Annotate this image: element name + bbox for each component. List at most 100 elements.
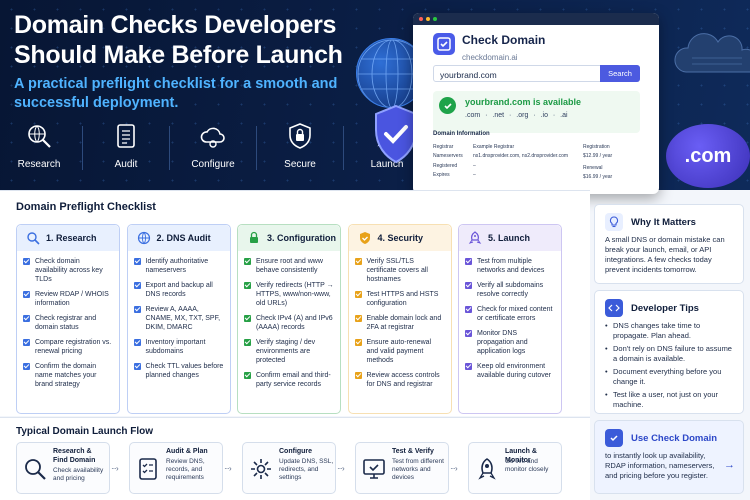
checkbox-icon[interactable] [465,306,472,313]
checklist-item-text: Check registrar and domain status [35,315,97,331]
checklist-item[interactable]: Keep old environment available during cu… [465,362,555,380]
lightbulb-icon [605,213,623,231]
checkbox-icon[interactable] [23,258,30,265]
checklist-item[interactable]: Review RDAP / WHOIS information [23,290,113,308]
checkbox-icon[interactable] [465,282,472,289]
checkbox-icon[interactable] [133,282,141,289]
checklist-item-text: Export and backup all DNS records [145,282,213,298]
flow-step: Test & Verify Test from different network… [355,442,449,494]
hero-item-label: Research [17,159,61,170]
checklist-item[interactable]: Review access controls for DNS and regis… [354,371,445,389]
info-value: – [473,163,476,169]
cloud-gear-icon [200,127,225,148]
magnifier-icon [27,232,40,245]
checkbox-icon[interactable] [354,315,362,322]
com-badge: .com [666,124,750,188]
checklist-column: 5. Launch Test from multiple networks and… [458,224,562,414]
checklist-item[interactable]: Verify redirects (HTTP → HTTPS, www/non-… [244,281,334,308]
maximize-dot-icon [433,17,437,21]
checkbox-icon[interactable] [133,339,141,346]
checklist-item[interactable]: Export and backup all DNS records [133,281,224,299]
checkbox-icon[interactable] [244,339,251,346]
minimize-dot-icon [426,17,430,21]
checkbox-icon[interactable] [23,363,30,370]
tip-item: Don't rely on DNS failure to assume a do… [605,344,733,364]
checklist-item[interactable]: Confirm the domain name matches your bra… [23,362,113,389]
globe-icon [137,231,150,245]
checkbox-icon[interactable] [244,258,251,265]
checkbox-icon[interactable] [354,339,362,346]
checkbox-icon[interactable] [23,315,30,322]
flow-step: Launch & Monitor Go live and monitor clos… [468,442,562,494]
checklist-item-text: Verify staging / dev environments are pr… [256,339,316,364]
checkbox-icon[interactable] [354,372,362,379]
checklist-item[interactable]: Verify staging / dev environments are pr… [244,338,334,365]
checklist-item[interactable]: Verify all subdomains resolve correctly [465,281,555,299]
renewal-price: $16.99 / year [583,174,613,180]
checklist-item[interactable]: Enable domain lock and 2FA at registrar [354,314,445,332]
checklist-item-text: Confirm email and third-party service re… [256,372,331,388]
availability-result: yourbrand.com is available .com · .net ·… [433,91,640,133]
checklist-item[interactable]: Check domain availability across key TLD… [23,257,113,284]
browser-titlebar [413,13,659,25]
checklist-item[interactable]: Confirm email and third-party service re… [244,371,334,389]
checkbox-icon[interactable] [354,291,362,298]
checklist-item-text: Keep old environment available during cu… [477,363,551,379]
info-key: Registered [433,163,458,169]
checklist-item[interactable]: Identify authoritative nameservers [133,257,224,275]
flow-step: Configure Update DNS, SSL, redirects, and… [242,442,336,494]
checklist-item[interactable]: Check for mixed content or certificate e… [465,305,555,323]
checklist-item[interactable]: Test HTTPS and HSTS configuration [354,290,445,308]
checkbox-icon[interactable] [244,315,251,322]
code-icon [605,299,623,317]
checkbox-icon[interactable] [23,339,30,346]
checklist-item[interactable]: Check IPv4 (A) and IPv6 (AAAA) records [244,314,334,332]
column-header: 2. DNS Audit [127,225,230,251]
checklist-item[interactable]: Ensure root and www behave consistently [244,257,334,275]
gear-icon [251,459,271,479]
checklist-item-text: Enable domain lock and 2FA at registrar [366,315,442,331]
checklist-column: 4. Security Verify SSL/TLS certificate co… [347,224,452,414]
checkbox-icon[interactable] [133,258,141,265]
flow-step-desc: Update DNS, SSL, redirects, and settings [279,458,334,481]
checklist-item-text: Review RDAP / WHOIS information [35,291,109,307]
arrow-right-icon[interactable]: → [724,459,735,471]
checkbox-icon[interactable] [133,306,141,313]
checklist-item-text: Inventory important subdomains [145,339,206,355]
checklist-item[interactable]: Review A, AAAA, CNAME, MX, TXT, SPF, DKI… [133,305,224,332]
checklist-item[interactable]: Verify SSL/TLS certificate covers all ho… [354,257,445,284]
checkbox-icon[interactable] [244,372,251,379]
checkbox-icon[interactable] [465,258,472,265]
checklist-item[interactable]: Compare registration vs. renewal pricing [23,338,113,356]
checklist-column: 3. Configuration Ensure root and www beha… [237,224,341,414]
checklist-item[interactable]: Inventory important subdomains [133,338,224,356]
info-value: – [473,172,476,178]
domain-info-title: Domain Information [433,131,490,137]
checkbox-icon[interactable] [465,363,472,370]
checklist-item[interactable]: Monitor DNS propagation and application … [465,329,555,356]
checkbox-icon[interactable] [133,363,141,370]
checklist-item-text: Test from multiple networks and devices [477,258,545,274]
checklist-item-text: Verify SSL/TLS certificate covers all ho… [366,258,428,283]
checkbox-icon[interactable] [23,291,30,298]
checklist-icon [139,458,157,480]
checkbox-icon[interactable] [244,282,251,289]
use-check-domain-card[interactable]: Use Check Domain to instantly look up av… [594,420,744,494]
flow-title: Typical Domain Launch Flow [16,426,154,437]
flow-step-title: Configure [279,448,313,455]
checklist-item[interactable]: Test from multiple networks and devices [465,257,555,275]
checklist-item[interactable]: Check TTL values before planned changes [133,362,224,380]
hero-item-configure: Configure [184,122,242,170]
checklist-item[interactable]: Ensure auto-renewal and valid payment me… [354,338,445,365]
tips-title: Developer Tips [631,302,699,314]
flow-arrow-icon: ···› [337,464,345,473]
hero-item-label: Secure [284,159,316,170]
column-header: 3. Configuration [238,225,340,251]
shield-check-icon [359,232,370,244]
checkbox-icon[interactable] [465,330,472,337]
checkbox-icon[interactable] [354,258,362,265]
why-text: A small DNS or domain mistake can break … [605,235,725,274]
search-button[interactable]: Search [600,65,640,82]
column-title: 2. DNS Audit [156,233,211,243]
checklist-item[interactable]: Check registrar and domain status [23,314,113,332]
